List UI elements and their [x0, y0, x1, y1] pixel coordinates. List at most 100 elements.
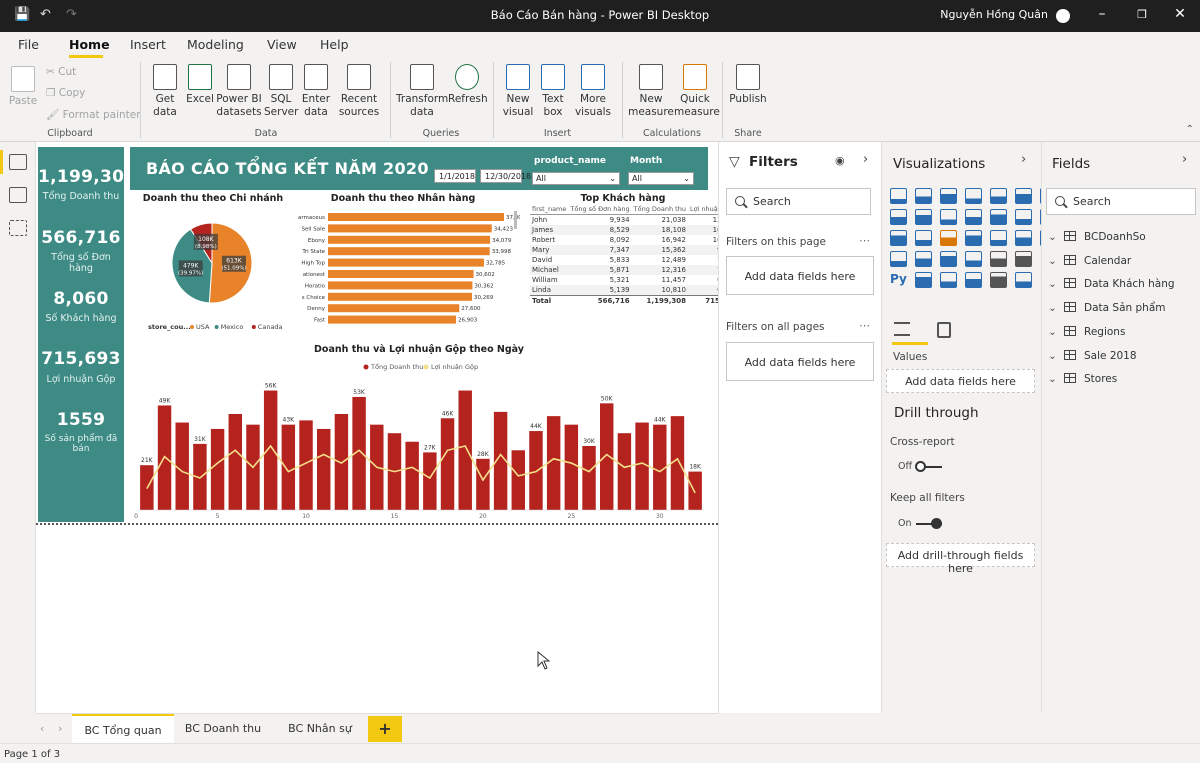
tab-scroll-right-icon[interactable]: › — [58, 722, 62, 735]
column-header[interactable]: first_name — [530, 204, 569, 215]
month-slicer-dropdown[interactable]: All ⌄ — [628, 172, 694, 185]
keep-filters-toggle[interactable] — [916, 518, 942, 529]
copy-button[interactable]: ❐ Copy — [46, 87, 85, 99]
brand-bar-chart[interactable]: armaceus 37,003 Sell Sale 34,423 Ebony 34,079… — [290, 205, 520, 333]
100-bar-icon[interactable] — [990, 188, 1007, 204]
cut-button[interactable]: ✂ Cut — [46, 66, 76, 78]
table-row[interactable]: John9,93421,03812,554 — [530, 215, 739, 226]
close-icon[interactable]: ✕ — [1170, 6, 1190, 22]
matrix-icon[interactable] — [1015, 251, 1032, 267]
enter-data-button[interactable]: Enter data — [300, 64, 332, 119]
excel-button[interactable]: Excel — [185, 64, 215, 106]
power-bi-datasets-button[interactable]: Power BI datasets — [216, 64, 262, 119]
chevron-down-icon[interactable]: ⌄ — [1048, 350, 1060, 362]
recent-sources-button[interactable]: Recent sources — [334, 64, 384, 119]
chevron-down-icon[interactable]: ⌄ — [1048, 255, 1060, 267]
slicer-icon[interactable] — [965, 251, 982, 267]
smart-narrative-icon[interactable] — [990, 272, 1007, 288]
menu-view[interactable]: View — [267, 37, 297, 52]
donut-icon[interactable] — [940, 230, 957, 246]
sql-server-button[interactable]: SQL Server — [264, 64, 298, 119]
stacked-column-icon[interactable] — [915, 188, 932, 204]
table-visual-icon[interactable] — [990, 251, 1007, 267]
transform-data-button[interactable]: Transform data — [396, 64, 448, 119]
page-filter-drop-zone[interactable]: Add data fields here — [726, 256, 874, 295]
chevron-down-icon[interactable]: ⌄ — [1048, 373, 1060, 385]
multi-row-card-icon[interactable] — [915, 251, 932, 267]
values-drop-zone[interactable]: Add data fields here — [886, 369, 1035, 393]
daily-combo-chart[interactable]: Tổng Doanh thu Lợi nhuận Gộp 21K 49K 31K 56K 4… — [130, 356, 710, 522]
product-slicer-dropdown[interactable]: All ⌄ — [532, 172, 620, 185]
report-view-icon[interactable] — [9, 154, 27, 170]
publish-button[interactable]: Publish — [728, 64, 768, 106]
field-table-item[interactable]: ⌄ Stores — [1048, 373, 1117, 385]
more-options-icon[interactable]: ⋯ — [859, 234, 870, 247]
get-data-button[interactable]: Get data — [148, 64, 182, 119]
field-table-item[interactable]: ⌄ BCDoanhSo — [1048, 231, 1146, 243]
collapse-filters-icon[interactable]: › — [863, 152, 868, 167]
pie-chart[interactable]: 613K(51.09%) 479K(39.97%) 108K(8.98%) store… — [130, 205, 310, 335]
collapse-fields-icon[interactable]: › — [1182, 152, 1187, 167]
tab-bc-doanh-thu[interactable]: BC Doanh thu — [174, 714, 272, 744]
chevron-down-icon[interactable]: ⌄ — [1048, 302, 1060, 314]
qa-icon[interactable] — [965, 272, 982, 288]
model-view-icon[interactable] — [9, 220, 27, 236]
menu-home[interactable]: Home — [69, 37, 110, 52]
tab-bc-nhan-su[interactable]: BC Nhân sự — [272, 714, 368, 744]
format-painter-button[interactable]: 🖌 Format painter — [46, 108, 141, 121]
field-table-item[interactable]: ⌄ Regions — [1048, 325, 1125, 338]
card-icon[interactable] — [890, 251, 907, 267]
date-to-input[interactable]: 12/30/2018 — [480, 169, 531, 183]
chevron-down-icon[interactable]: ⌄ — [1048, 278, 1060, 290]
paste-button[interactable]: Paste — [8, 66, 38, 108]
refresh-button[interactable]: Refresh — [448, 64, 488, 106]
date-from-input[interactable]: 1/1/2018 — [434, 169, 476, 183]
clustered-column-icon[interactable] — [965, 188, 982, 204]
filled-map-icon[interactable] — [1015, 230, 1032, 246]
all-pages-filter-drop-zone[interactable]: Add data fields here — [726, 342, 874, 381]
scatter-icon[interactable] — [890, 230, 907, 246]
fields-well-icon[interactable] — [894, 322, 910, 336]
line-column-icon[interactable] — [940, 209, 957, 225]
column-header[interactable]: Tổng Doanh thu — [631, 204, 688, 215]
table-row[interactable]: Michael5,87112,3167,364 — [530, 265, 740, 275]
eye-icon[interactable]: ◉ — [835, 154, 845, 167]
cross-report-toggle[interactable] — [915, 461, 942, 472]
menu-insert[interactable]: Insert — [130, 37, 166, 52]
menu-file[interactable]: File — [18, 37, 39, 52]
key-influencers-icon[interactable] — [915, 272, 932, 288]
table-row[interactable]: Mary7,34715,3629,154 — [530, 245, 740, 255]
paginated-icon[interactable] — [1015, 272, 1032, 288]
python-icon[interactable]: Py — [890, 272, 907, 288]
treemap-icon[interactable] — [965, 230, 982, 246]
map-icon[interactable] — [990, 230, 1007, 246]
collapse-visualizations-icon[interactable]: › — [1021, 152, 1026, 167]
kpi-panel[interactable]: 1,199,308 Tổng Doanh thu 566,716 Tổng số… — [38, 147, 136, 522]
clustered-bar-icon[interactable] — [940, 188, 957, 204]
new-measure-button[interactable]: New measure — [628, 64, 674, 119]
pie-icon[interactable] — [915, 230, 932, 246]
waterfall-icon[interactable] — [1015, 209, 1032, 225]
table-row[interactable]: Robert8,09216,94210,112 — [530, 235, 739, 245]
stacked-bar-icon[interactable] — [890, 188, 907, 204]
kpi-icon[interactable] — [940, 251, 957, 267]
minimize-icon[interactable]: – — [1092, 6, 1112, 22]
tab-bc-tong-quan[interactable]: BC Tổng quan — [72, 714, 174, 744]
chevron-down-icon[interactable]: ⌄ — [1048, 231, 1060, 243]
chevron-down-icon[interactable]: ⌄ — [1048, 326, 1060, 338]
area-icon[interactable] — [890, 209, 907, 225]
more-options-icon[interactable]: ⋯ — [859, 319, 870, 332]
menu-help[interactable]: Help — [320, 37, 349, 52]
menu-modeling[interactable]: Modeling — [187, 37, 244, 52]
table-row[interactable]: David5,83312,4897,450 — [530, 255, 739, 265]
tab-scroll-left-icon[interactable]: ‹ — [40, 722, 44, 735]
line-stacked-icon[interactable] — [965, 209, 982, 225]
restore-icon[interactable]: ❐ — [1132, 8, 1152, 21]
field-table-item[interactable]: ⌄ Data Khách hàng — [1048, 278, 1175, 290]
column-header[interactable]: Tổng số Đơn hàng — [568, 204, 632, 215]
filters-search-input[interactable]: Search — [726, 188, 871, 215]
fields-search-input[interactable]: Search — [1046, 188, 1196, 215]
new-visual-button[interactable]: New visual — [500, 64, 536, 119]
add-page-button[interactable]: + — [368, 716, 402, 742]
text-box-button[interactable]: Text box — [537, 64, 569, 119]
